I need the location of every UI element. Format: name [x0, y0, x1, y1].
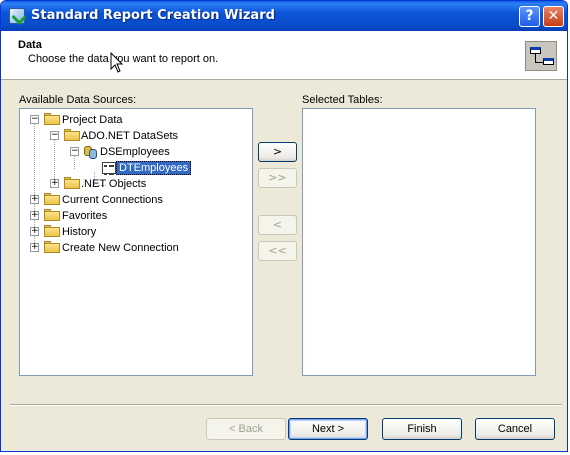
table-icon	[102, 162, 116, 175]
tree-label: Favorites	[62, 210, 108, 222]
tree-label: DSEmployees	[100, 146, 170, 158]
tree-label: Current Connections	[62, 194, 163, 206]
close-button[interactable]: ✕	[543, 6, 564, 27]
back-button[interactable]: < Back	[206, 418, 286, 440]
help-button[interactable]: ?	[519, 6, 540, 27]
tree-label: History	[62, 226, 97, 238]
expand-toggle-icon[interactable]: +	[30, 211, 39, 220]
footer-divider	[10, 404, 562, 406]
tree-label: Project Data	[62, 114, 123, 126]
available-sources-label: Available Data Sources:	[19, 94, 137, 106]
folder-icon	[44, 241, 60, 253]
available-sources-tree[interactable]: − Project Data − ADO.NET DataSets − DSEm…	[19, 108, 253, 376]
collapse-toggle-icon[interactable]: −	[50, 131, 59, 140]
folder-icon	[44, 113, 60, 125]
wizard-app-icon	[9, 8, 25, 24]
collapse-toggle-icon[interactable]: −	[30, 115, 39, 124]
window-title: Standard Report Creation Wizard	[31, 8, 275, 23]
folder-icon	[44, 225, 60, 237]
add-table-button[interactable]: >	[258, 142, 297, 162]
collapse-toggle-icon[interactable]: −	[70, 147, 79, 156]
tree-label-selected: DTEmployees	[116, 161, 192, 175]
tree-label: ADO.NET DataSets	[81, 130, 178, 142]
wizard-window: Standard Report Creation Wizard ? ✕ Data…	[0, 0, 568, 452]
expand-toggle-icon[interactable]: +	[50, 179, 59, 188]
expand-toggle-icon[interactable]: +	[30, 195, 39, 204]
page-title: Data	[18, 39, 42, 51]
expand-toggle-icon[interactable]: +	[30, 227, 39, 236]
dataset-icon	[84, 145, 98, 159]
expand-toggle-icon[interactable]: +	[30, 243, 39, 252]
folder-icon	[64, 177, 80, 189]
tree-label: .NET Objects	[81, 178, 147, 190]
selected-tables-list[interactable]	[302, 108, 536, 376]
cancel-button[interactable]: Cancel	[475, 418, 555, 440]
add-all-tables-button[interactable]: >>	[258, 168, 297, 188]
folder-icon	[64, 129, 80, 141]
folder-icon	[44, 193, 60, 205]
remove-table-button[interactable]: <	[258, 215, 297, 235]
tree-label: Create New Connection	[62, 242, 179, 254]
remove-all-tables-button[interactable]: <<	[258, 241, 297, 261]
title-bar[interactable]: Standard Report Creation Wizard ? ✕	[1, 1, 567, 31]
folder-icon	[44, 209, 60, 221]
selected-tables-label: Selected Tables:	[302, 94, 383, 106]
finish-button[interactable]: Finish	[382, 418, 462, 440]
table-link-icon	[525, 41, 557, 71]
next-button[interactable]: Next >	[288, 418, 368, 440]
